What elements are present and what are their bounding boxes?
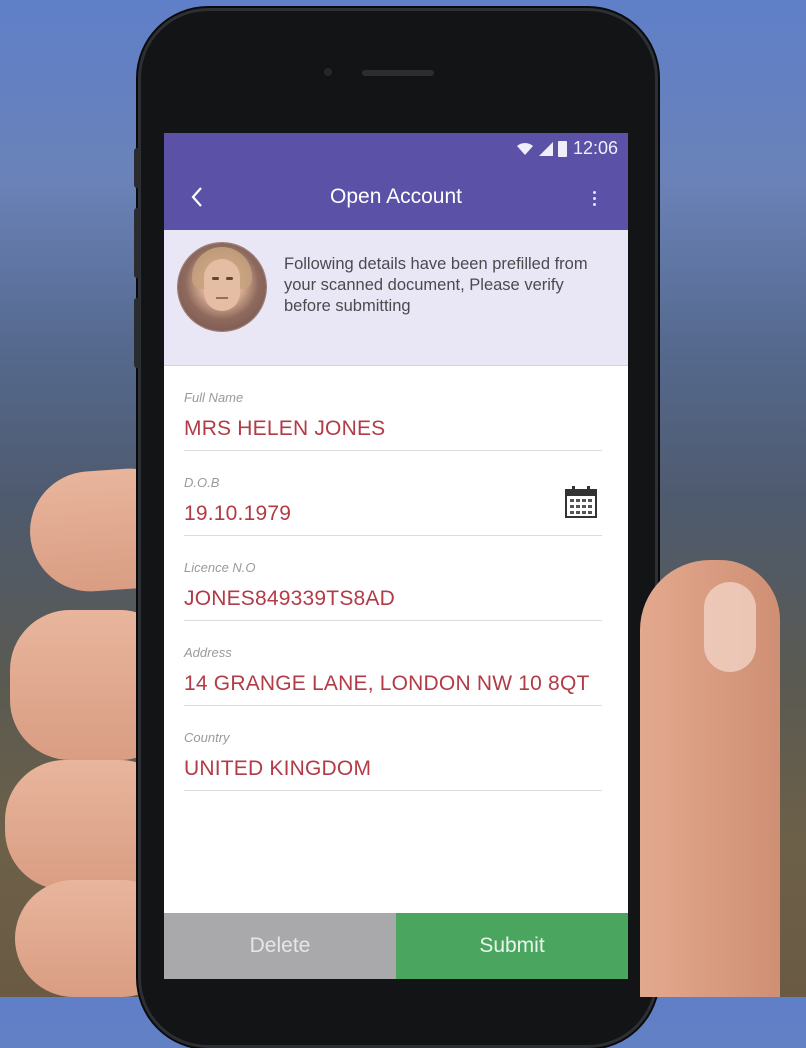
avatar-mouth (216, 297, 228, 299)
prefill-message: Following details have been prefilled fr… (284, 255, 588, 315)
field-value[interactable]: MRS HELEN JONES (184, 417, 385, 441)
delete-button[interactable]: Delete (164, 913, 396, 979)
app-bar: Open Account (164, 164, 628, 230)
phone-side-button (134, 208, 140, 278)
thumb-nail (704, 582, 756, 672)
status-time: 12:06 (572, 138, 618, 158)
front-camera (324, 68, 332, 76)
chevron-left-icon (191, 187, 202, 207)
more-vertical-icon-dot (592, 196, 596, 200)
field-label: Licence N.O (184, 560, 256, 575)
address-field[interactable]: Address 14 GRANGE LANE, LONDON NW 10 8QT (184, 621, 602, 706)
account-form: Full Name MRS HELEN JONES D.O.B 19.10.19… (164, 366, 628, 791)
field-value[interactable]: 19.10.1979 (184, 502, 291, 526)
field-value[interactable]: 14 GRANGE LANE, LONDON NW 10 8QT (184, 672, 590, 696)
field-value[interactable]: UNITED KINGDOM (184, 757, 371, 781)
avatar-eye (226, 277, 233, 280)
avatar (178, 243, 266, 331)
field-label: Address (184, 645, 232, 660)
dob-field[interactable]: D.O.B 19.10.1979 (184, 451, 602, 536)
submit-button[interactable]: Submit (396, 913, 628, 979)
phone-side-button (134, 148, 140, 188)
avatar-eye (212, 277, 219, 280)
field-label: D.O.B (184, 475, 220, 490)
status-bar: 12:06 (164, 133, 628, 164)
more-options-button[interactable] (586, 184, 602, 212)
calendar-icon[interactable] (564, 485, 598, 519)
field-label: Country (184, 730, 230, 745)
phone-side-button (134, 298, 140, 368)
field-label: Full Name (184, 390, 244, 405)
page-title: Open Account (330, 185, 462, 208)
avatar-face (204, 259, 240, 311)
country-field[interactable]: Country UNITED KINGDOM (184, 706, 602, 791)
licence-field[interactable]: Licence N.O JONES849339TS8AD (184, 536, 602, 621)
more-vertical-icon (592, 190, 596, 194)
prefill-notice: Following details have been prefilled fr… (164, 230, 628, 366)
action-bar: Delete Submit (164, 913, 628, 979)
phone-screen: 12:06 Open Account Following details hav… (164, 133, 628, 979)
back-button[interactable] (182, 180, 212, 214)
wifi-icon (516, 142, 533, 155)
status-icons (516, 140, 567, 157)
more-vertical-icon-dot (592, 202, 596, 206)
battery-icon (557, 140, 567, 157)
signal-icon (538, 141, 553, 156)
earpiece-speaker (362, 70, 434, 76)
full-name-field[interactable]: Full Name MRS HELEN JONES (184, 366, 602, 451)
hand-thumb (640, 560, 780, 997)
field-value[interactable]: JONES849339TS8AD (184, 587, 395, 611)
